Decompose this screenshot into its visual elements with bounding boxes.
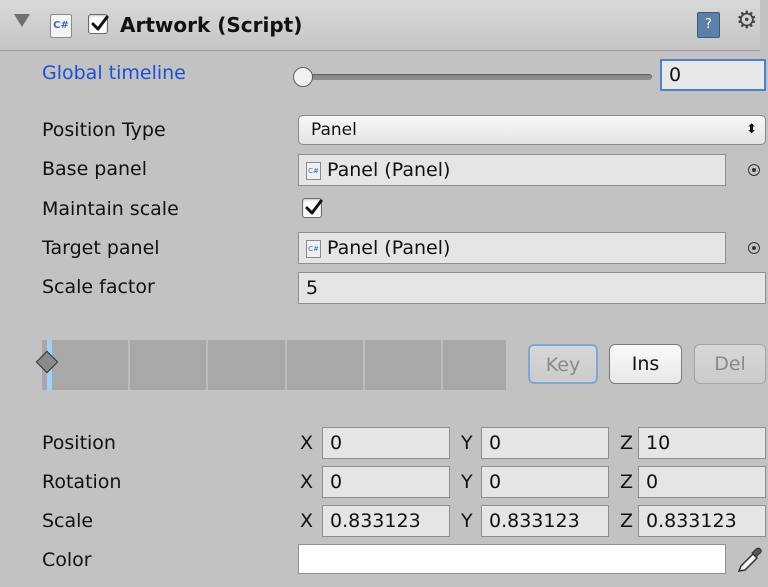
color-swatch-field[interactable] [298, 544, 726, 574]
checkmark-icon [305, 199, 323, 215]
keyframe-timeline[interactable] [42, 340, 506, 390]
axis-y-label: Y [461, 432, 473, 454]
axis-z-label: Z [620, 471, 634, 493]
scale-label: Scale [42, 510, 94, 532]
position-type-dropdown[interactable]: Panel ⬍ [298, 115, 766, 145]
position-y-input[interactable]: 0 [481, 427, 609, 459]
csharp-object-icon: C# [306, 161, 321, 180]
csharp-object-icon: C# [306, 239, 321, 258]
checkmark-icon [91, 15, 109, 31]
position-x-input[interactable]: 0 [322, 427, 450, 459]
csharp-script-icon: C# [50, 14, 72, 38]
color-label: Color [42, 549, 92, 571]
timeline-divider [441, 340, 443, 390]
base-panel-label: Base panel [42, 158, 148, 180]
component-enabled-checkbox[interactable] [88, 14, 109, 34]
gear-icon[interactable]: ⚙ [736, 6, 758, 34]
help-book-icon[interactable]: ? [697, 12, 720, 38]
rotation-y-input[interactable]: 0 [481, 466, 609, 498]
scale-y-input[interactable]: 0.833123 [481, 505, 609, 537]
scale-factor-label: Scale factor [42, 276, 155, 298]
insert-button[interactable]: Ins [609, 344, 682, 384]
component-title: Artwork (Script) [120, 13, 303, 37]
global-timeline-slider-track[interactable] [305, 74, 652, 80]
axis-z-label: Z [620, 432, 634, 454]
eyedropper-icon[interactable] [735, 544, 763, 574]
target-panel-value: Panel (Panel) [327, 237, 451, 259]
delete-button[interactable]: Del [694, 344, 766, 384]
maintain-scale-checkbox[interactable] [302, 198, 323, 218]
timeline-divider [128, 340, 130, 390]
global-timeline-input[interactable]: 0 [660, 59, 766, 91]
position-label: Position [42, 432, 116, 454]
axis-z-label: Z [620, 510, 634, 532]
rotation-label: Rotation [42, 471, 122, 493]
rotation-z-input[interactable]: 0 [638, 466, 766, 498]
foldout-triangle-down-icon[interactable] [14, 14, 30, 27]
timeline-divider [206, 340, 208, 390]
timeline-divider [363, 340, 365, 390]
scale-z-input[interactable]: 0.833123 [638, 505, 766, 537]
base-panel-value: Panel (Panel) [327, 159, 451, 181]
key-button[interactable]: Key [528, 344, 598, 384]
axis-y-label: Y [461, 471, 473, 493]
position-type-label: Position Type [42, 119, 166, 141]
axis-x-label: X [300, 510, 314, 532]
maintain-scale-label: Maintain scale [42, 198, 179, 220]
target-panel-label: Target panel [42, 237, 160, 259]
global-timeline-slider-thumb[interactable] [293, 67, 313, 87]
axis-y-label: Y [461, 510, 473, 532]
dropdown-arrows-icon: ⬍ [746, 122, 757, 137]
base-panel-object-picker-icon[interactable] [748, 164, 760, 176]
timeline-divider [285, 340, 287, 390]
axis-x-label: X [300, 432, 314, 454]
target-panel-object-field[interactable]: C# Panel (Panel) [298, 232, 726, 264]
position-z-input[interactable]: 10 [638, 427, 766, 459]
global-timeline-label: Global timeline [42, 62, 186, 84]
rotation-x-input[interactable]: 0 [322, 466, 450, 498]
scale-factor-input[interactable]: 5 [298, 272, 766, 304]
scale-x-input[interactable]: 0.833123 [322, 505, 450, 537]
position-type-value: Panel [311, 120, 357, 140]
target-panel-object-picker-icon[interactable] [748, 242, 760, 254]
base-panel-object-field[interactable]: C# Panel (Panel) [298, 154, 726, 186]
axis-x-label: X [300, 471, 314, 493]
component-header[interactable]: C# Artwork (Script) ? ⚙ [0, 0, 760, 51]
